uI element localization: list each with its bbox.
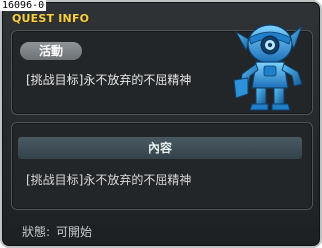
status-value: 可開始 xyxy=(56,225,93,239)
blue-robot-character-icon xyxy=(233,24,304,111)
category-tag: 活動 xyxy=(20,42,82,60)
status-row: 狀態: 可開始 xyxy=(22,223,98,240)
content-header: 內容 xyxy=(18,137,302,159)
content-text: [挑战目标]永不放弃的不屈精神 xyxy=(26,173,192,187)
quest-id: 16096-0 xyxy=(0,0,47,11)
status-label: 狀態: xyxy=(22,225,51,239)
window-title: QUEST INFO xyxy=(12,12,90,25)
quest-name: [挑战目标]永不放弃的不屈精神 xyxy=(26,73,192,87)
quest-content-panel xyxy=(11,122,313,210)
